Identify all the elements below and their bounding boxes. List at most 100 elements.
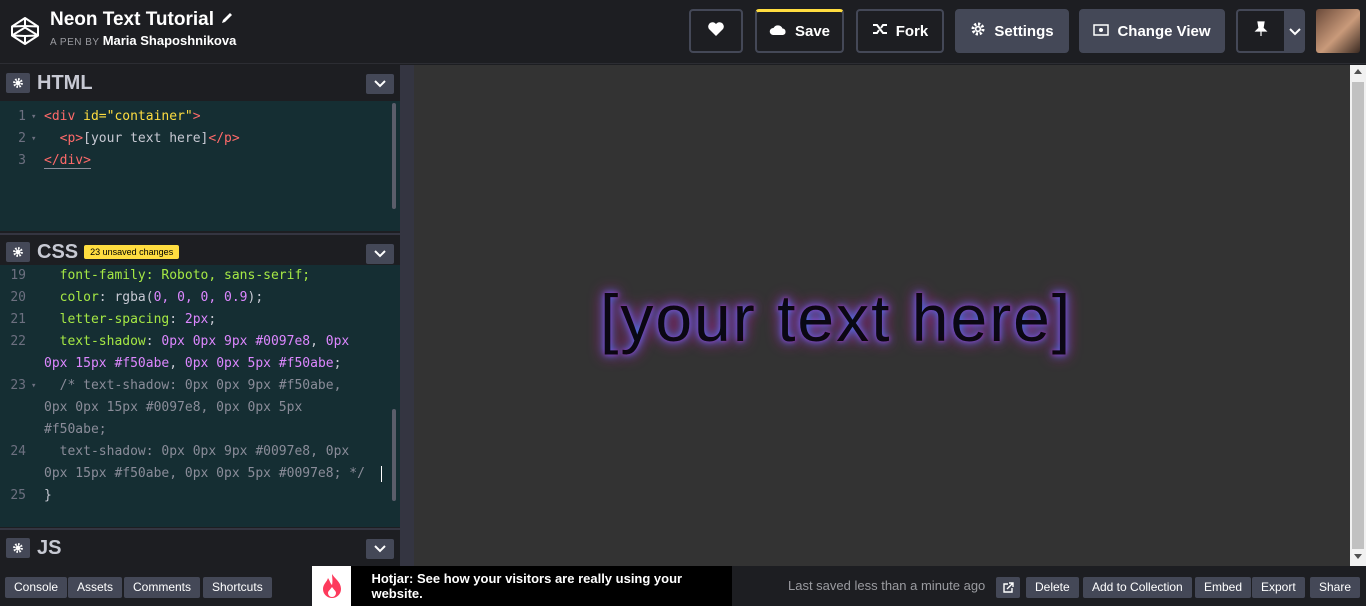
console-button[interactable]: Console (5, 577, 68, 598)
code-text: #f50abe; (44, 422, 107, 437)
css-settings-gear-icon[interactable] (6, 242, 30, 262)
code-text: 0px 0px 15px #0097e8, 0px 0px 5px (44, 400, 303, 415)
pin-dropdown-button[interactable] (1284, 9, 1305, 53)
line-number: 22 (10, 334, 26, 349)
settings-button[interactable]: Settings (955, 9, 1069, 53)
code-line: 25 } (0, 485, 400, 507)
header: Neon Text Tutorial A PEN BY Maria Shapos… (0, 0, 1366, 64)
css-pane-title: CSS (37, 240, 79, 263)
shortcuts-button[interactable]: Shortcuts (203, 577, 272, 598)
js-settings-gear-icon[interactable] (6, 538, 30, 558)
cloud-icon (769, 23, 787, 40)
settings-label: Settings (994, 22, 1054, 40)
gear-icon (970, 21, 986, 41)
ad-text: Hotjar: See how your visitors are really… (371, 571, 683, 601)
share-button[interactable]: Share (1310, 577, 1361, 598)
external-link-icon[interactable] (996, 577, 1020, 598)
fold-arrow-icon[interactable]: ▾ (31, 128, 36, 150)
pencil-icon[interactable] (220, 9, 234, 31)
code-line: 0px 15px #f50abe, 0px 0px 5px #f50abe; (0, 353, 400, 375)
change-view-label: Change View (1117, 22, 1211, 40)
change-view-button[interactable]: Change View (1079, 9, 1225, 53)
html-scrollbar[interactable] (392, 103, 396, 209)
line-number: 24 (10, 444, 26, 459)
pen-title[interactable]: Neon Text Tutorial (50, 9, 214, 31)
pen-title-block: Neon Text Tutorial A PEN BY Maria Shapos… (50, 9, 236, 48)
html-pane-title: HTML (37, 71, 93, 94)
line-number: 21 (10, 312, 26, 327)
code-line: 0px 0px 15px #0097e8, 0px 0px 5px (0, 397, 400, 419)
author-link[interactable]: Maria Shaposhnikova (103, 33, 237, 48)
js-collapse-chevron-down-icon[interactable] (366, 539, 394, 559)
css-collapse-chevron-down-icon[interactable] (366, 244, 394, 264)
code-line: 3 </div> (0, 150, 400, 172)
code-text: 0px 15px #f50abe, 0px 0px 5px #f50abe; (44, 356, 342, 371)
fold-arrow-icon[interactable]: ▾ (31, 375, 36, 397)
neon-preview-text: [your text here] (600, 281, 1073, 355)
byline-prefix: A PEN BY (50, 37, 100, 48)
preview-scrollbar[interactable] (1350, 65, 1366, 566)
code-line: 2 ▾ <p>[your text here]</p> (0, 128, 400, 150)
code-line: 19 font-family: Roboto, sans-serif; (0, 265, 400, 287)
code-line: 22 text-shadow: 0px 0px 9px #0097e8, 0px (0, 331, 400, 353)
code-line: 1 ▾ <div id="container"> (0, 106, 400, 128)
text-cursor (381, 466, 382, 482)
code-text: text-shadow: 0px 0px 9px #0097e8, 0px (44, 444, 350, 459)
fork-button[interactable]: Fork (856, 9, 944, 53)
last-saved-status: Last saved less than a minute ago (788, 578, 986, 593)
fold-arrow-icon[interactable]: ▾ (31, 106, 36, 128)
code-line: #f50abe; (0, 419, 400, 441)
css-code-editor[interactable]: 19 font-family: Roboto, sans-serif; 20 c… (0, 265, 400, 527)
code-text: </div> (44, 153, 91, 169)
chevron-down-icon (1288, 23, 1301, 40)
code-line: 23 ▾ /* text-shadow: 0px 0px 9px #f50abe… (0, 375, 400, 397)
css-scrollbar[interactable] (392, 409, 396, 501)
fork-icon (872, 22, 888, 40)
code-line: 24 text-shadow: 0px 0px 9px #0097e8, 0px (0, 441, 400, 463)
code-line: 21 letter-spacing: 2px; (0, 309, 400, 331)
js-pane-header: JS (0, 528, 400, 566)
assets-button[interactable]: Assets (68, 577, 123, 598)
line-number: 20 (10, 290, 26, 305)
like-button[interactable] (689, 9, 743, 53)
editor-resizer[interactable] (400, 65, 414, 566)
code-text: } (44, 488, 52, 503)
add-to-collection-button[interactable]: Add to Collection (1083, 577, 1192, 598)
html-code-editor[interactable]: 1 ▾ <div id="container"> 2 ▾ <p>[your te… (0, 101, 400, 231)
code-line: 0px 15px #f50abe, 0px 0px 5px #0097e8; *… (0, 463, 400, 485)
unsaved-changes-badge: 23 unsaved changes (84, 245, 180, 259)
fork-label: Fork (895, 22, 929, 40)
scroll-down-arrow-icon[interactable] (1354, 554, 1362, 559)
export-button[interactable]: Export (1252, 577, 1305, 598)
code-text: text-shadow: 0px 0px 9px #0097e8, 0px (44, 334, 350, 349)
line-number: 1 (18, 109, 26, 124)
scroll-up-arrow-icon[interactable] (1354, 69, 1362, 74)
pin-button[interactable] (1236, 9, 1284, 53)
code-text: <p>[your text here]</p> (44, 131, 240, 146)
hotjar-flame-icon (312, 566, 352, 606)
line-number: 19 (10, 268, 26, 283)
code-text: letter-spacing: 2px; (44, 312, 217, 327)
sponsor-ad[interactable]: Hotjar: See how your visitors are really… (312, 566, 732, 606)
line-number: 23 (10, 378, 26, 393)
code-line: 20 color: rgba(0, 0, 0, 0.9); (0, 287, 400, 309)
js-pane-title: JS (37, 536, 62, 559)
code-text: <div id="container"> (44, 109, 201, 124)
html-pane-header: HTML (0, 65, 400, 101)
code-text: color: rgba(0, 0, 0, 0.9); (44, 290, 264, 305)
save-button[interactable]: Save (755, 9, 844, 53)
preview-pane[interactable]: [your text here] (414, 65, 1350, 566)
embed-button[interactable]: Embed (1195, 577, 1252, 598)
html-settings-gear-icon[interactable] (6, 73, 30, 93)
user-avatar[interactable] (1316, 9, 1360, 53)
pen-title-row: Neon Text Tutorial (50, 9, 236, 31)
codepen-logo-icon[interactable] (10, 16, 40, 46)
comments-button[interactable]: Comments (124, 577, 201, 598)
preview-scroll-thumb[interactable] (1352, 82, 1364, 549)
delete-button[interactable]: Delete (1026, 577, 1079, 598)
code-text: 0px 15px #f50abe, 0px 0px 5px #0097e8; *… (44, 466, 365, 481)
line-number: 25 (10, 488, 26, 503)
line-number: 3 (18, 153, 26, 168)
html-collapse-chevron-down-icon[interactable] (366, 74, 394, 94)
code-text: /* text-shadow: 0px 0px 9px #f50abe, (44, 378, 342, 393)
